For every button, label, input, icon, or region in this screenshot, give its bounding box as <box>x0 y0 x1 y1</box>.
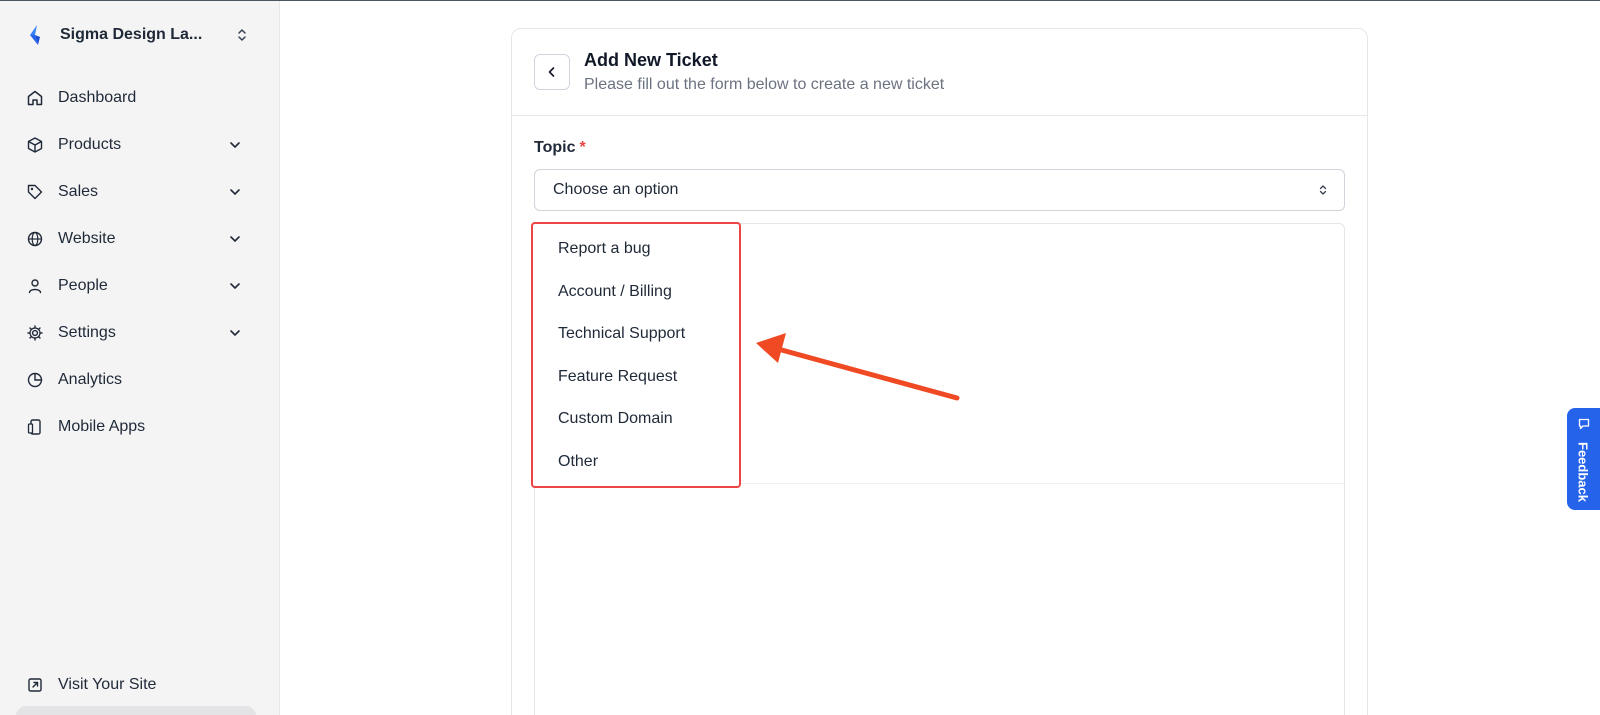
visit-site-link[interactable]: Visit Your Site <box>26 672 250 698</box>
workspace-name: Sigma Design La... <box>60 26 203 43</box>
sidebar-item-people[interactable]: People <box>26 262 250 309</box>
user-menu[interactable] <box>16 706 256 715</box>
box-icon <box>27 136 43 153</box>
topic-option[interactable]: Technical Support <box>533 313 739 356</box>
external-link-icon <box>28 678 42 692</box>
gear-icon <box>27 324 43 341</box>
top-border <box>0 0 1600 1</box>
sidebar-item-settings[interactable]: Settings <box>26 309 250 356</box>
sidebar-item-label: Settings <box>58 323 116 341</box>
chevron-down-icon <box>230 235 240 242</box>
sidebar-item-dashboard[interactable]: Dashboard <box>26 74 250 121</box>
ticket-form-card: Add New Ticket Please fill out the form … <box>511 28 1368 715</box>
visit-site-label: Visit Your Site <box>58 676 157 693</box>
chat-icon <box>1578 418 1590 430</box>
chevron-left-icon <box>548 67 555 77</box>
sidebar-item-label: Website <box>58 229 116 247</box>
required-mark: * <box>579 139 586 156</box>
brand-logo <box>30 25 40 45</box>
sidebar-item-analytics[interactable]: Analytics <box>26 356 250 403</box>
sidebar-item-label: Analytics <box>58 370 123 388</box>
home-icon <box>27 90 43 105</box>
sidebar-item-label: Dashboard <box>58 88 137 106</box>
chevron-down-icon <box>230 329 240 336</box>
sidebar-item-label: People <box>58 276 108 294</box>
sidebar-item-label: Mobile Apps <box>58 417 146 435</box>
topic-select[interactable]: Choose an option <box>534 169 1345 211</box>
page-title: Add New Ticket <box>584 50 718 70</box>
chevron-down-icon <box>230 282 240 289</box>
topic-options-dropdown: Report a bug Account / Billing Technical… <box>531 222 741 488</box>
topic-option[interactable]: Feature Request <box>533 356 739 399</box>
sidebar-item-products[interactable]: Products <box>26 121 250 168</box>
topic-option[interactable]: Report a bug <box>533 228 739 271</box>
chevron-down-icon <box>230 188 240 195</box>
card-header: Add New Ticket Please fill out the form … <box>512 29 1367 116</box>
feedback-label: Feedback <box>1575 442 1591 502</box>
topic-option[interactable]: Other <box>533 441 739 484</box>
sidebar-item-website[interactable]: Website <box>26 215 250 262</box>
sidebar-item-mobile-apps[interactable]: Mobile Apps <box>26 403 250 450</box>
sidebar-nav: Dashboard Products Sales Website People … <box>26 74 250 450</box>
sidebar-item-label: Products <box>58 135 122 153</box>
topic-label-text: Topic <box>534 139 576 156</box>
topic-option[interactable]: Account / Billing <box>533 271 739 314</box>
user-icon <box>28 278 42 293</box>
sidebar: Sigma Design La... Dashboard Products Sa… <box>0 0 280 715</box>
back-button[interactable] <box>534 54 570 90</box>
globe-icon <box>27 231 43 246</box>
sidebar-item-label: Sales <box>58 182 99 200</box>
tag-icon <box>27 184 43 199</box>
sidebar-item-sales[interactable]: Sales <box>26 168 250 215</box>
mobile-icon <box>27 418 41 435</box>
topic-label: Topic * <box>534 139 586 157</box>
pie-chart-icon <box>27 372 43 387</box>
chevron-up-down-icon <box>1319 185 1327 195</box>
page-subtitle: Please fill out the form below to create… <box>584 76 945 93</box>
feedback-tab[interactable]: Feedback <box>1567 408 1600 510</box>
topic-select-value: Choose an option <box>553 181 679 198</box>
topic-option[interactable]: Custom Domain <box>533 398 739 441</box>
chevron-down-icon <box>230 141 240 148</box>
chevron-up-down-icon <box>238 29 246 41</box>
workspace-switcher[interactable]: Sigma Design La... <box>26 22 250 48</box>
